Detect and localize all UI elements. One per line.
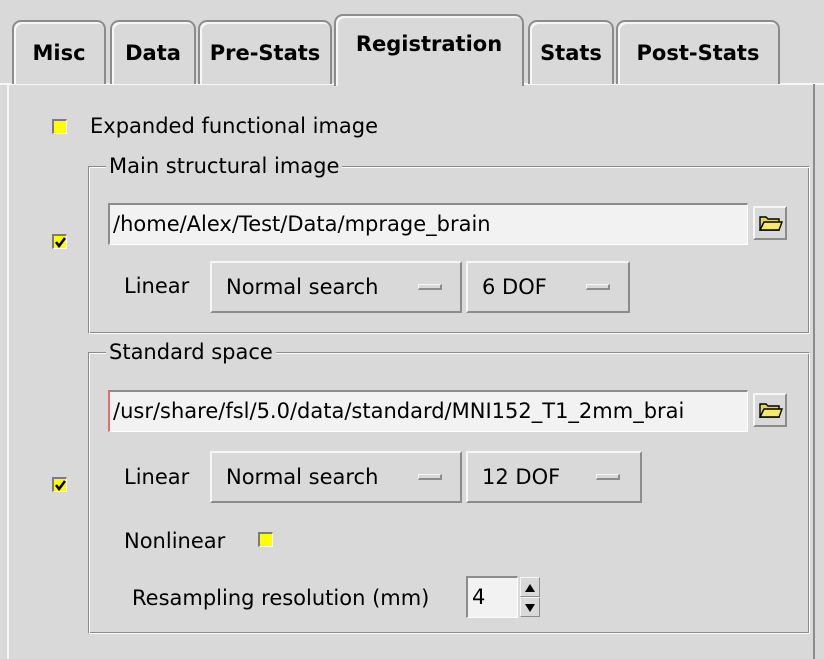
resampling-input[interactable]: 4 [466,576,518,618]
standard-path-input[interactable]: /usr/share/fsl/5.0/data/standard/MNI152_… [108,390,748,432]
main-dof-value: 6 DOF [482,275,547,299]
standard-browse-button[interactable] [753,393,787,427]
standard-linear-label: Linear [124,465,190,489]
standard-space-title: Standard space [106,339,276,365]
main-structural-path-input[interactable]: /home/Alex/Test/Data/mprage_brain [108,203,748,245]
resampling-label: Resampling resolution (mm) [132,586,430,610]
tab-label: Pre-Stats [209,41,321,65]
tab-label: Post-Stats [636,41,760,65]
spin-up-icon [525,584,535,592]
tab-post-stats[interactable]: Post-Stats [616,20,780,84]
tab-registration[interactable]: Registration [334,14,524,86]
tab-pre-stats[interactable]: Pre-Stats [198,20,332,84]
option-indicator-icon [586,284,610,290]
resampling-up-button[interactable] [520,577,540,597]
folder-icon [758,216,784,231]
main-structural-browse-button[interactable] [753,206,787,240]
nonlinear-checkbox[interactable] [258,532,273,547]
standard-dof-value: 12 DOF [482,465,561,489]
tab-label: Misc [32,41,86,65]
main-linear-label: Linear [124,274,190,298]
option-indicator-icon [596,474,620,480]
standard-dof-select[interactable]: 12 DOF [466,451,642,503]
standard-space-checkbox[interactable] [52,477,67,492]
check-icon [54,480,67,492]
resampling-down-button[interactable] [520,597,540,617]
standard-search-value: Normal search [226,465,379,489]
nonlinear-label: Nonlinear [124,529,226,553]
option-indicator-icon [418,474,442,480]
expanded-functional-label: Expanded functional image [90,114,379,138]
main-structural-checkbox[interactable] [52,234,67,249]
tab-label: Data [125,41,181,65]
tab-data[interactable]: Data [110,20,196,84]
option-indicator-icon [418,284,442,290]
main-structural-title: Main structural image [106,153,343,179]
folder-icon [758,403,784,418]
main-dof-select[interactable]: 6 DOF [466,261,630,313]
tab-label: Stats [540,41,602,65]
tab-stats[interactable]: Stats [528,20,614,84]
expanded-functional-checkbox[interactable] [52,119,67,134]
tab-label: Registration [355,32,503,56]
check-icon [54,237,67,249]
spin-down-icon [525,604,535,612]
standard-search-select[interactable]: Normal search [210,451,462,503]
main-search-select[interactable]: Normal search [210,261,462,313]
main-search-value: Normal search [226,275,379,299]
tab-misc[interactable]: Misc [12,20,106,84]
